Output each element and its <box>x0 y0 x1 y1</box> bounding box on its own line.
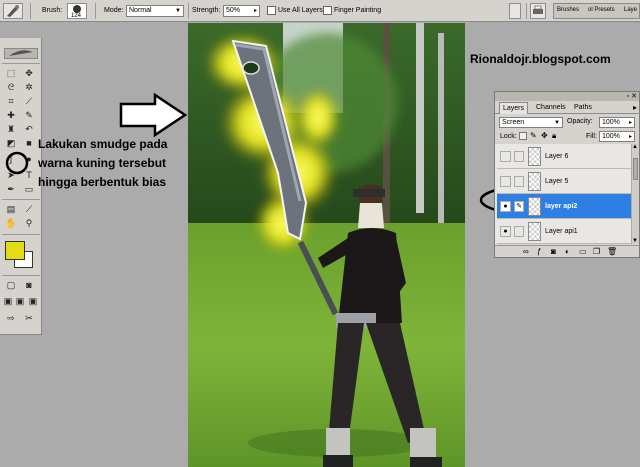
layer-thumbnail <box>528 222 541 241</box>
tab-paths[interactable]: Paths <box>571 102 595 114</box>
layer-row-selected[interactable]: ● ✎ layer api2 <box>497 194 631 219</box>
watermark-text: Rionaldojr.blogspot.com <box>470 52 611 66</box>
lock-image-icon[interactable]: ✎ <box>530 131 537 140</box>
link-toggle[interactable] <box>514 176 524 187</box>
visibility-toggle[interactable] <box>500 176 511 187</box>
brush-icon[interactable]: ✎ <box>514 201 524 212</box>
tab-layers[interactable]: Layers <box>499 102 529 114</box>
fill-input[interactable]: 100% ▸ <box>599 131 635 142</box>
eye-icon[interactable]: ● <box>500 226 511 237</box>
visibility-toggle[interactable] <box>500 151 511 162</box>
layers-panel: ▫ ✕ Layers Channels Paths ▸ Screen ▼ Opac… <box>494 91 640 258</box>
eye-icon[interactable]: ● <box>500 201 511 212</box>
fill-label: Fill: <box>586 133 597 140</box>
layer-thumbnail <box>528 197 541 216</box>
highlight-circle-tool <box>5 151 29 175</box>
fill-value: 100% <box>602 133 620 140</box>
link-toggle[interactable] <box>514 151 524 162</box>
layers-panel-footer: ∞ ƒ ◙ ◐ ▭ ❐ 🗑︎ <box>495 245 639 257</box>
layer-list-scrollbar[interactable]: ▲ ▼ <box>631 144 639 244</box>
tab-channels[interactable]: Channels <box>533 102 569 114</box>
opacity-value: 100% <box>602 119 620 126</box>
blend-mode-value: Screen <box>502 119 525 126</box>
layer-name: layer api2 <box>545 203 578 210</box>
layer-row[interactable]: Layer 5 <box>497 169 631 194</box>
instruction-line-2: warna kuning tersebut <box>38 156 167 170</box>
layer-name: Layer 5 <box>545 178 569 185</box>
foreground-color-swatch[interactable] <box>5 241 25 260</box>
chevron-down-icon: ▼ <box>554 120 560 126</box>
link-toggle[interactable] <box>514 226 524 237</box>
trash-icon[interactable]: 🗑︎ <box>607 247 617 256</box>
opacity-label: Opacity: <box>567 118 593 125</box>
scroll-up-icon[interactable]: ▲ <box>632 144 638 150</box>
lock-transparent-icon[interactable] <box>519 132 527 140</box>
close-icon[interactable]: ✕ <box>631 92 637 101</box>
instruction-line-1: Lakukan smudge pada <box>38 137 168 151</box>
layer-name: Layer api1 <box>545 228 578 235</box>
layer-thumbnail <box>528 147 541 166</box>
new-group-icon[interactable]: ▭ <box>579 247 587 256</box>
lock-label: Lock: <box>500 133 517 140</box>
layer-name: Layer 6 <box>545 153 569 160</box>
adjustment-layer-icon[interactable]: ◐ <box>565 247 570 256</box>
layer-list: Layer 6 Layer 5 ● ✎ layer api2 ● Layer a… <box>495 144 639 244</box>
layer-mask-icon[interactable]: ◙ <box>551 247 556 256</box>
layer-thumbnail <box>528 172 541 191</box>
lock-position-icon[interactable]: ✥ <box>541 131 548 140</box>
chevron-right-icon: ▸ <box>628 120 632 126</box>
instruction-line-3: hingga berbentuk bias <box>38 175 167 189</box>
scroll-thumb[interactable] <box>633 158 638 180</box>
panel-menu-icon[interactable]: ▸ <box>633 103 637 112</box>
minimize-icon[interactable]: ▫ <box>627 92 629 101</box>
scroll-down-icon[interactable]: ▼ <box>632 238 638 244</box>
new-layer-icon[interactable]: ❐ <box>593 247 600 256</box>
link-layers-icon[interactable]: ∞ <box>523 247 529 256</box>
opacity-input[interactable]: 100% ▸ <box>599 117 635 128</box>
layers-panel-tabs: Layers Channels Paths ▸ <box>495 102 640 114</box>
blend-mode-select[interactable]: Screen ▼ <box>499 117 563 128</box>
layer-style-icon[interactable]: ƒ <box>537 247 541 256</box>
arrow-right-icon <box>119 92 188 138</box>
lock-all-icon[interactable]: 🔒︎ <box>552 131 556 141</box>
chevron-right-icon: ▸ <box>628 134 632 140</box>
panel-title-bar[interactable]: ▫ ✕ <box>495 92 639 101</box>
layer-row[interactable]: Layer 6 <box>497 144 631 169</box>
layer-row[interactable]: ● Layer api1 <box>497 219 631 244</box>
